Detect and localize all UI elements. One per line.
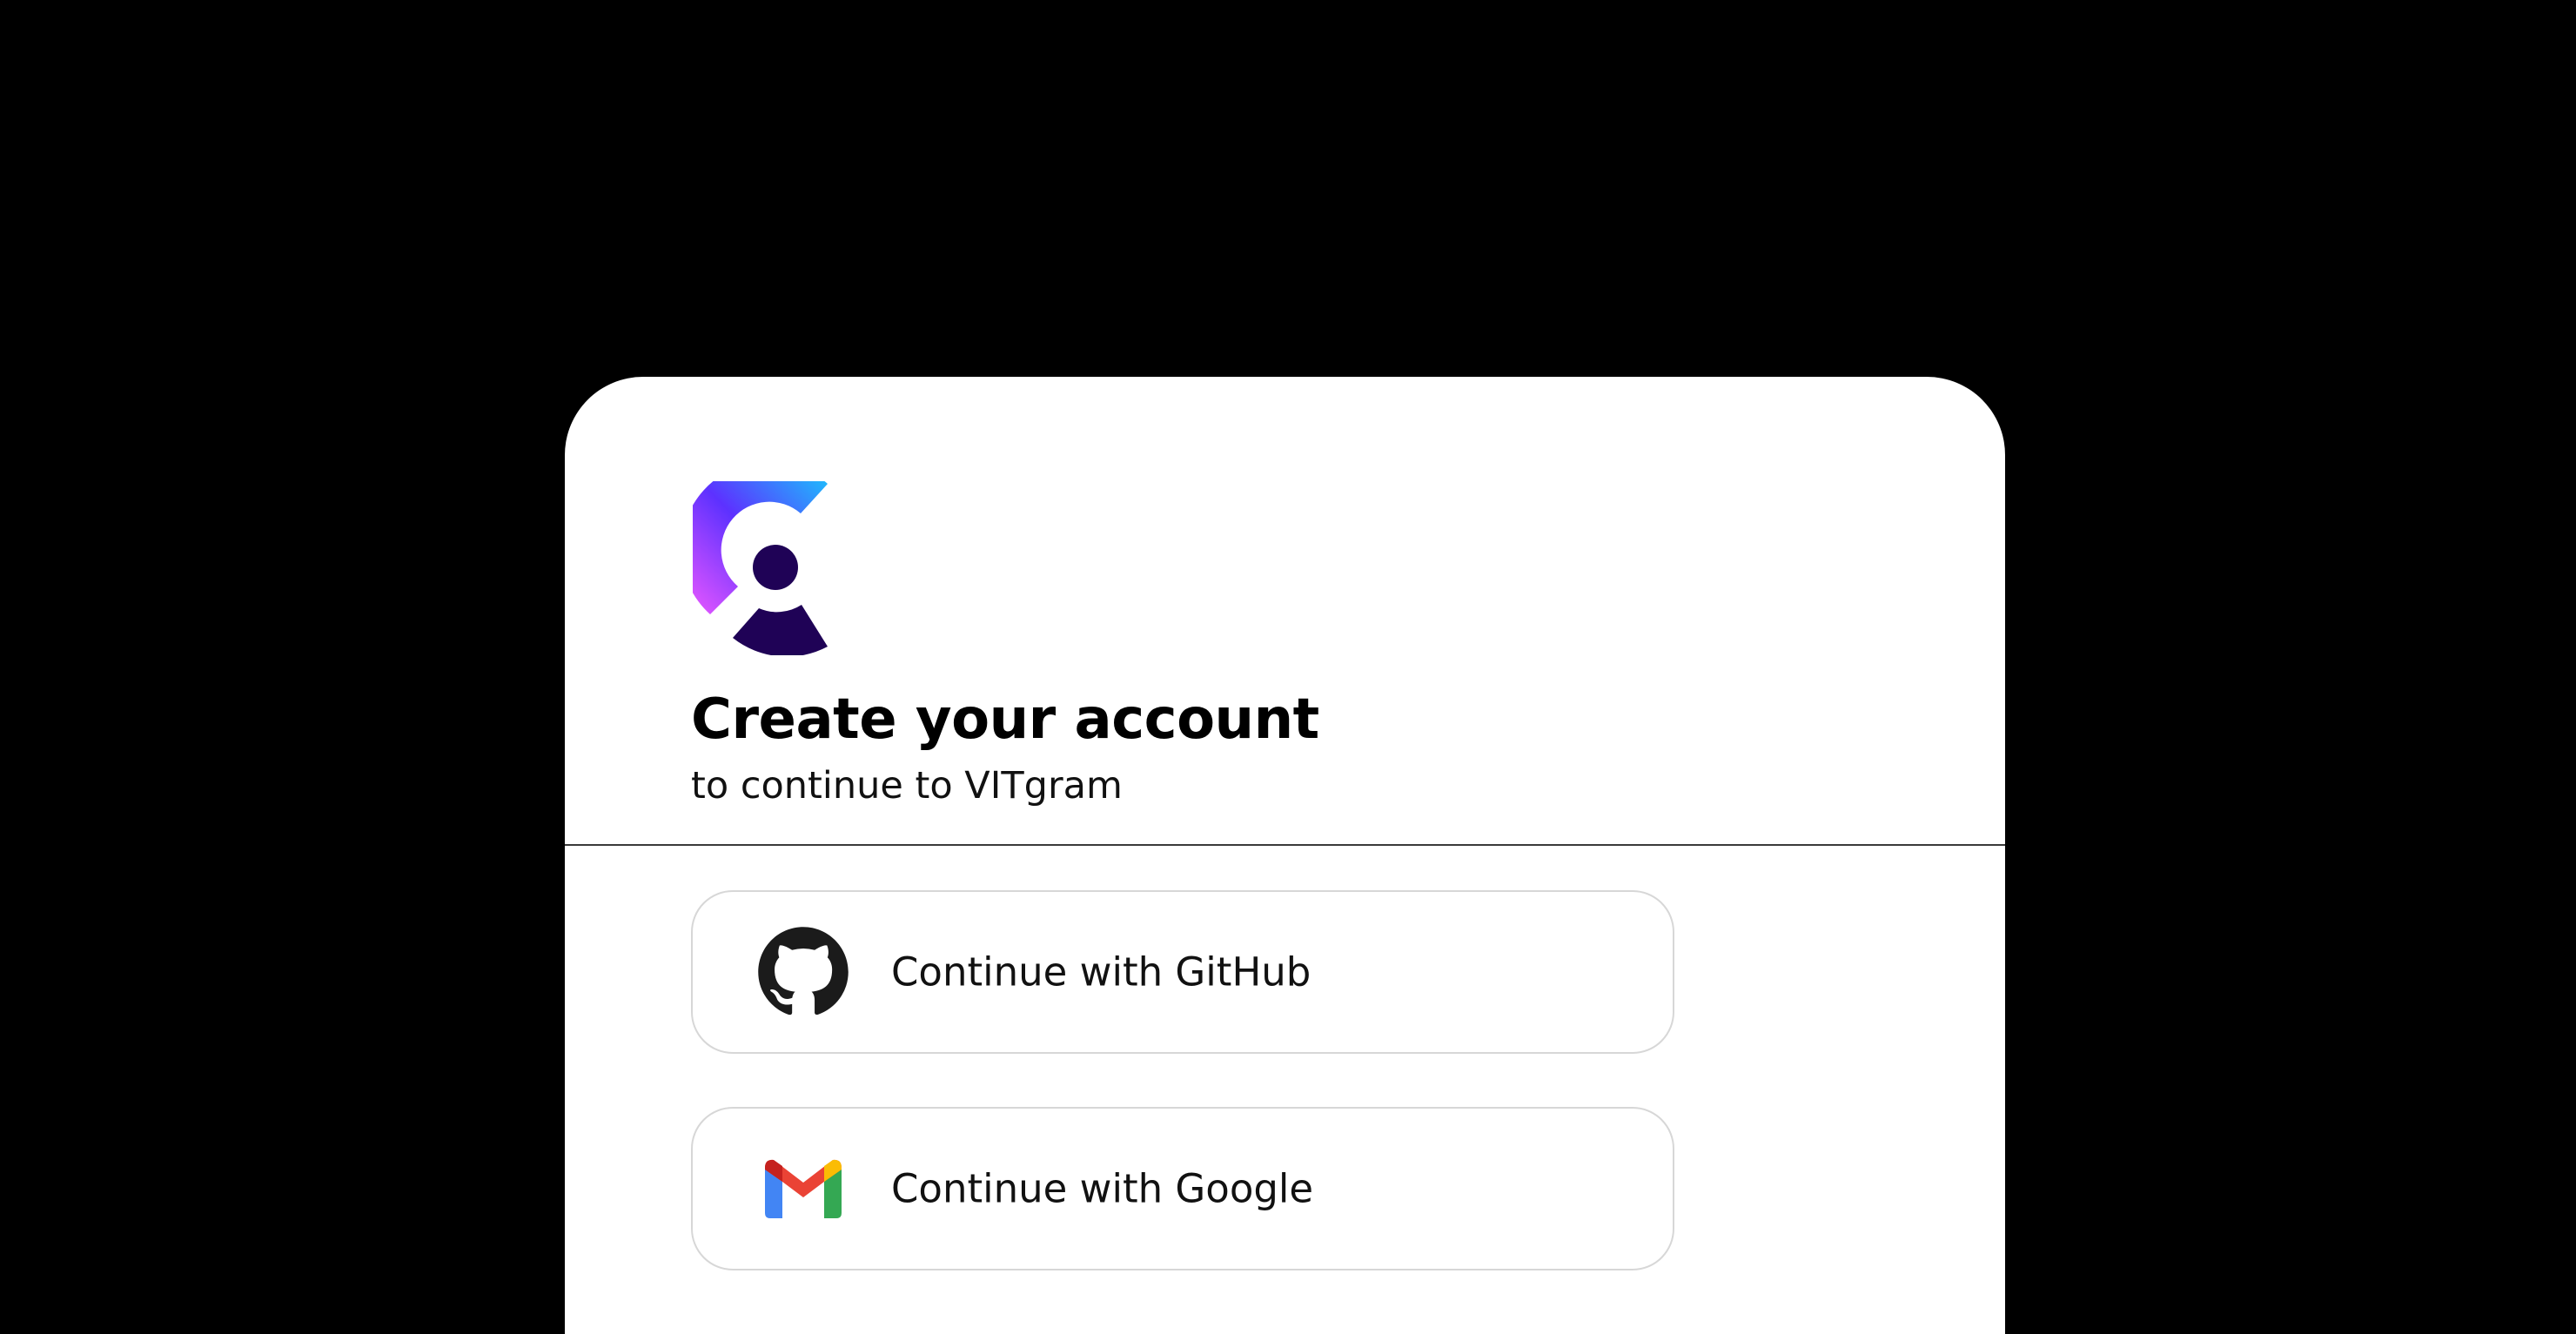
github-button-label: Continue with GitHub <box>891 949 1311 995</box>
continue-with-github-button[interactable]: Continue with GitHub <box>691 890 1674 1054</box>
google-button-label: Continue with Google <box>891 1165 1314 1212</box>
continue-with-google-button[interactable]: Continue with Google <box>691 1107 1674 1270</box>
page-subtitle: to continue to VITgram <box>691 764 1123 808</box>
signup-card: Create your account to continue to VITgr… <box>565 377 2005 1334</box>
github-icon <box>755 924 851 1020</box>
header-divider <box>565 844 2005 846</box>
gmail-icon <box>755 1141 851 1237</box>
page-title: Create your account <box>691 687 1319 752</box>
clerk-logo-icon <box>693 481 848 655</box>
